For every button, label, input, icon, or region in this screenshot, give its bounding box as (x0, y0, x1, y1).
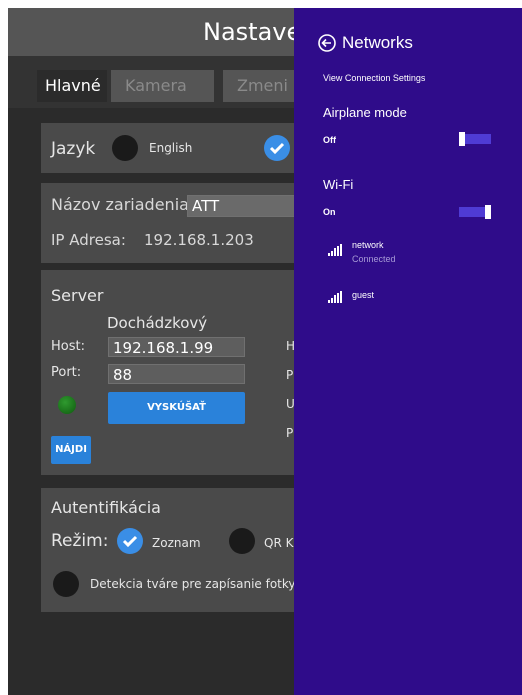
ip-address-label: IP Adresa: (51, 231, 126, 249)
tab-hlavne[interactable]: Hlavné (37, 70, 107, 102)
mode-qr-radio[interactable] (229, 528, 255, 554)
host-input[interactable]: 192.168.1.99 (108, 337, 245, 357)
networks-title: Networks (342, 33, 413, 52)
back-arrow-icon[interactable] (318, 34, 336, 52)
mode-list-label: Zoznam (152, 536, 201, 550)
wifi-signal-icon (328, 291, 344, 303)
mode-label: Režim: (51, 531, 109, 551)
wifi-signal-icon (328, 244, 344, 256)
ip-address-value: 192.168.1.203 (144, 231, 254, 249)
page-title: Nastave (203, 18, 302, 46)
language-checkbox-checked[interactable] (264, 135, 290, 161)
wifi-label: Wi-Fi (323, 177, 354, 192)
face-detect-checkbox[interactable] (53, 571, 79, 597)
airplane-mode-state: Off (323, 135, 336, 145)
server-title: Server (51, 286, 104, 305)
language-label: Jazyk (51, 139, 96, 159)
port-label: Port: (51, 365, 82, 380)
networks-flyout: Networks View Connection Settings Airpla… (294, 8, 522, 695)
airplane-mode-toggle[interactable] (459, 132, 491, 146)
checkmark-icon (269, 142, 285, 155)
wifi-toggle-thumb (485, 205, 491, 219)
server-panel: Server Dochádzkový Host: 192.168.1.99 Po… (41, 270, 301, 475)
english-option-label: English (149, 141, 193, 155)
mode-qr-label: QR K (264, 536, 294, 550)
connection-status-led (58, 396, 76, 414)
network-name: network (352, 240, 384, 250)
face-detect-label: Detekcia tváre pre zapísanie fotky (90, 577, 296, 591)
checkmark-icon (122, 535, 138, 548)
device-name-input[interactable]: ATT (187, 195, 301, 217)
network-name: guest (352, 290, 375, 300)
wifi-state: On (323, 207, 336, 217)
host-label: Host: (51, 339, 85, 354)
english-radio[interactable] (112, 135, 138, 161)
auth-title: Autentifikácia (51, 498, 161, 517)
port-input[interactable]: 88 (108, 364, 245, 384)
tab-kamera[interactable]: Kamera (111, 70, 214, 102)
network-status: Connected (352, 254, 396, 264)
mode-list-radio-checked[interactable] (117, 528, 143, 554)
test-button[interactable]: VYSKÚŠAŤ (108, 392, 245, 424)
server-subtitle: Dochádzkový (107, 314, 208, 332)
authentication-panel: Autentifikácia Režim: Zoznam QR K Detekc… (41, 488, 301, 612)
right-column-label-2: P (286, 368, 294, 382)
airplane-mode-label: Airplane mode (323, 105, 407, 120)
right-column-label-4: P (286, 426, 294, 440)
language-panel: Jazyk English (41, 123, 301, 173)
airplane-toggle-thumb (459, 132, 465, 146)
device-name-label: Názov zariadenia (51, 195, 189, 214)
view-connection-settings-link[interactable]: View Connection Settings (323, 73, 425, 83)
tab-zmenit[interactable]: Zmeni (223, 70, 303, 102)
device-panel: Názov zariadenia ATT IP Adresa: 192.168.… (41, 183, 301, 263)
find-button[interactable]: NÁJDI (51, 436, 91, 464)
wifi-toggle[interactable] (459, 205, 491, 219)
